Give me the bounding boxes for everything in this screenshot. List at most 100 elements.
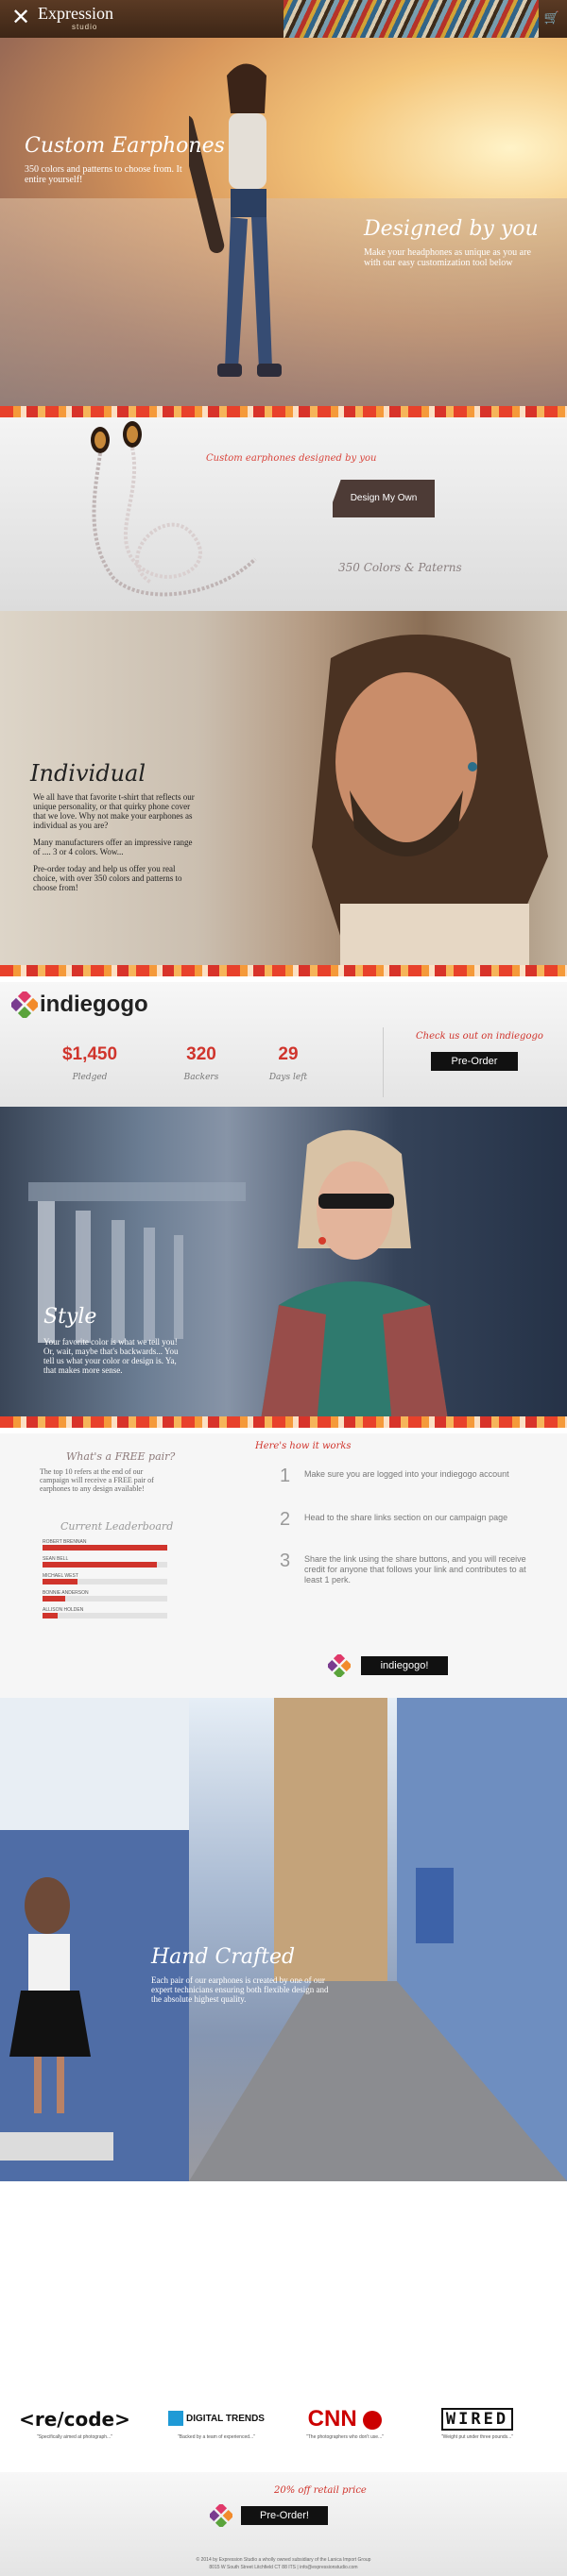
- floral-divider: [0, 1416, 567, 1428]
- stat-value: $1,450: [61, 1044, 118, 1064]
- cnn-globe-icon: [363, 2410, 383, 2430]
- press-quote: "The photographers who don't use...": [305, 2434, 385, 2440]
- leaderboard-bar-fill: [43, 1613, 58, 1618]
- indiegogo-button[interactable]: indiegogo!: [361, 1656, 448, 1675]
- style-title: Style: [43, 1305, 97, 1329]
- divider: [383, 1027, 384, 1097]
- individual-paragraph: We all have that favorite t-shirt that r…: [33, 792, 195, 830]
- leaderboard-row: SEAN BELL: [43, 1556, 167, 1568]
- hand-crafted-section: Hand Crafted Each pair of our earphones …: [0, 1698, 567, 2181]
- press-logo-text: DIGITAL TRENDS: [186, 2414, 265, 2424]
- individual-section: Individual We all have that favorite t-s…: [0, 611, 567, 965]
- step-number: 2: [280, 1509, 291, 1530]
- pre-order-button[interactable]: Pre-Order: [431, 1052, 518, 1071]
- press-quote: "Backed by a team of experienced...": [178, 2434, 255, 2440]
- indiegogo-section: indiegogo $1,450 Pledged 320 Backers 29 …: [0, 982, 567, 1107]
- earphone-caption: Custom earphones designed by you: [206, 453, 377, 464]
- floral-divider: [0, 965, 567, 976]
- logo-icon[interactable]: ✕: [9, 6, 32, 30]
- individual-paragraph: Pre-order today and help us offer you re…: [33, 864, 182, 892]
- press-item-cnn[interactable]: CNN "The photographers who don't use...": [284, 2408, 406, 2441]
- earphone-section: Custom earphones designed by you Design …: [0, 417, 567, 611]
- design-my-own-button[interactable]: Design My Own: [333, 480, 435, 517]
- press-logo: DIGITAL TRENDS: [155, 2408, 278, 2431]
- pre-order-button[interactable]: Pre-Order!: [241, 2506, 328, 2525]
- step-number: 1: [280, 1466, 291, 1486]
- header-pattern-banner: [284, 0, 539, 38]
- style-text: Your favorite color is what we tell you!…: [43, 1337, 179, 1375]
- indiegogo-logo-icon: [210, 2504, 232, 2527]
- digital-trends-icon: [168, 2411, 184, 2427]
- indiegogo-wordmark[interactable]: indiegogo: [40, 991, 148, 1018]
- man-portrait: [312, 635, 548, 965]
- leaderboard-bar: [43, 1545, 167, 1551]
- free-pair-section: What's a FREE pair? The top 10 refers at…: [0, 1433, 567, 1698]
- site-header: ✕ Expression studio 🛒: [0, 0, 567, 38]
- press-item-digital-trends[interactable]: DIGITAL TRENDS "Backed by a team of expe…: [155, 2408, 278, 2440]
- press-logo: CNN: [284, 2408, 406, 2431]
- footer-copyright: © 2014 by Expression Studio a wholly own…: [196, 2557, 371, 2563]
- press-logo: WIRED: [416, 2408, 539, 2431]
- press-quote: "Specifically aimed at photograph...": [37, 2434, 112, 2440]
- press-logo-text: CNN: [307, 2406, 357, 2432]
- leaderboard-bar-fill: [43, 1545, 167, 1551]
- hero-left-text: 350 colors and patterns to choose from. …: [25, 164, 182, 185]
- stat-label: Days left: [268, 1073, 308, 1082]
- leaderboard-bar: [43, 1562, 167, 1568]
- individual-title: Individual: [30, 760, 146, 787]
- press-item-recode[interactable]: <re/code> "Specifically aimed at photogr…: [13, 2408, 136, 2440]
- stat-days-left: 29 Days left: [236, 1044, 340, 1082]
- leaderboard-row: ROBERT BRENNAN: [43, 1539, 167, 1551]
- step-number: 3: [280, 1551, 291, 1571]
- leaderboard-bar: [43, 1579, 167, 1585]
- woman-portrait: [260, 1129, 449, 1426]
- step-text: Head to the share links section on our c…: [304, 1513, 508, 1522]
- individual-paragraph: Many manufacturers offer an impressive r…: [33, 838, 193, 856]
- leaderboard-bar-fill: [43, 1579, 77, 1585]
- cart-icon[interactable]: 🛒: [544, 10, 559, 25]
- leaderboard-row: ALLISON HOLDEN: [43, 1607, 167, 1618]
- indiegogo-logo-icon: [328, 1654, 351, 1677]
- how-it-works-title: Here's how it works: [255, 1441, 352, 1451]
- street-background: [0, 1698, 567, 2181]
- leaderboard-bar-fill: [43, 1562, 158, 1568]
- hero-left-title: Custom Earphones: [25, 134, 225, 158]
- floral-divider: [0, 406, 567, 417]
- discount-text: 20% off retail price: [274, 2485, 367, 2496]
- leaderboard-bar-fill: [43, 1596, 65, 1602]
- press-logo-text: WIRED: [440, 2408, 514, 2431]
- stat-label: Pledged: [72, 1073, 108, 1082]
- step-text: Make sure you are logged into your indie…: [304, 1469, 509, 1479]
- press-logo: <re/code>: [19, 2408, 130, 2431]
- free-pair-text: The top 10 refers at the end of our camp…: [40, 1467, 154, 1493]
- leaderboard-title: Current Leaderboard: [60, 1520, 174, 1533]
- hero-section: Custom Earphones 350 colors and patterns…: [0, 38, 567, 406]
- hand-crafted-text: Each pair of our earphones is created by…: [151, 1975, 329, 2004]
- stat-value: 29: [278, 1044, 299, 1064]
- earphone-image: [91, 421, 257, 597]
- stat-pledged: $1,450 Pledged: [38, 1044, 142, 1082]
- step-text: Share the link using the share buttons, …: [304, 1554, 526, 1585]
- footer-address: 8015 W South Street Litchfield CT 88 ITS…: [209, 2565, 358, 2570]
- leaderboard-bar: [43, 1596, 167, 1602]
- style-section: Style Your favorite color is what we tel…: [0, 1107, 567, 1426]
- check-us-out-text: Check us out on indiegogo: [416, 1031, 543, 1042]
- options-count-label: 350 Colors & Paterns: [338, 561, 462, 574]
- arches-background: [28, 1182, 246, 1343]
- press-quote: "Weight put under three pounds...": [440, 2434, 514, 2440]
- leaderboard-row: MICHAEL WEST: [43, 1573, 167, 1585]
- skater-figure: [189, 63, 282, 377]
- hero-right-text: Make your headphones as unique as you ar…: [364, 247, 531, 268]
- leaderboard-bar: [43, 1613, 167, 1618]
- individual-text: We all have that favorite t-shirt that r…: [33, 792, 198, 900]
- leaderboard-row: BONNIE ANDERSON: [43, 1590, 167, 1602]
- free-pair-title: What's a FREE pair?: [66, 1450, 176, 1463]
- brand-name[interactable]: Expression: [38, 4, 113, 24]
- hero-right-title: Designed by you: [364, 217, 539, 241]
- press-item-wired[interactable]: WIRED "Weight put under three pounds...": [416, 2408, 539, 2440]
- footer-section: 20% off retail price Pre-Order! © 2014 b…: [0, 2472, 567, 2576]
- press-section: <re/code> "Specifically aimed at photogr…: [0, 2389, 567, 2474]
- indiegogo-logo-icon[interactable]: [11, 991, 38, 1018]
- brand-subtitle: studio: [72, 23, 98, 31]
- hand-crafted-title: Hand Crafted: [151, 1945, 296, 1969]
